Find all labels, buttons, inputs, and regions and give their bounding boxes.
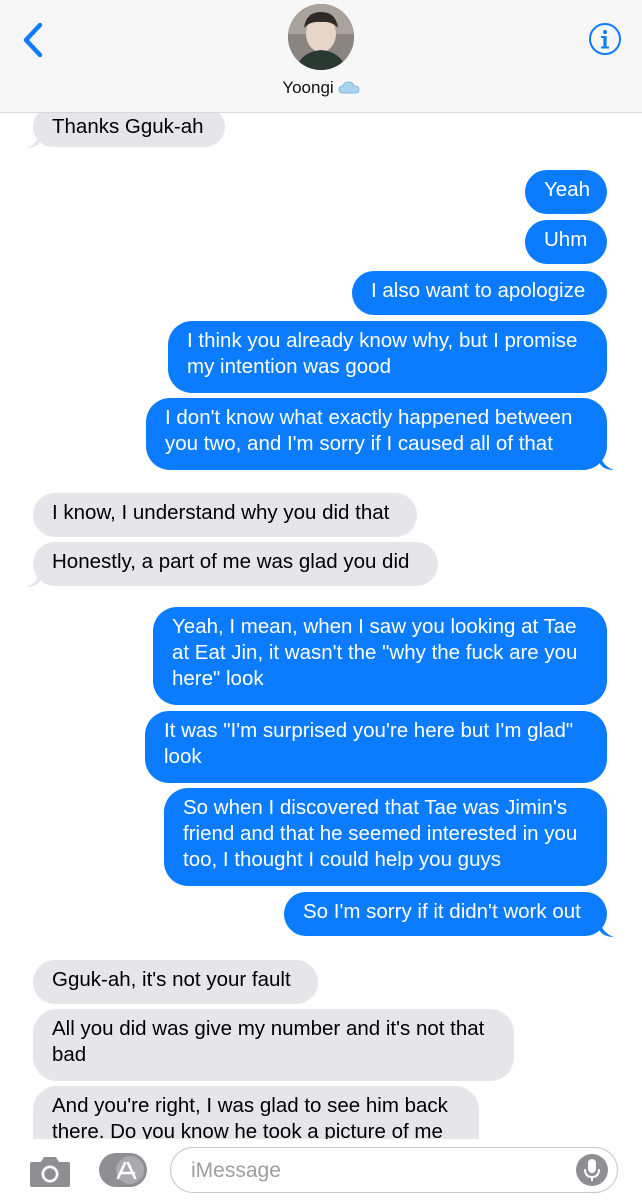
camera-icon [30,1157,70,1187]
message-input[interactable] [189,1155,563,1187]
info-icon [589,23,621,55]
contact-name-row[interactable]: Yoongi [0,78,642,99]
bubble-tail [600,923,614,937]
received-message[interactable]: Thanks Gguk-ah [33,113,225,147]
microphone-icon [576,1154,608,1186]
sent-message[interactable]: I also want to apologize [352,271,607,315]
received-message[interactable]: All you did was give my number and it's … [33,1009,514,1081]
info-button[interactable] [588,22,622,56]
conversation-header: Yoongi [0,0,642,113]
cloud-icon [338,79,360,99]
sent-message[interactable]: I think you already know why, but I prom… [168,321,607,393]
app-store-icon [99,1153,147,1187]
sent-message[interactable]: So I'm sorry if it didn't work out [284,892,607,936]
sent-message[interactable]: It was "I'm surprised you're here but I'… [145,711,607,783]
bubble-tail [26,573,40,587]
dictation-button[interactable] [575,1153,609,1187]
chevron-left-icon [23,22,43,58]
contact-name: Yoongi [282,78,334,97]
message-list[interactable]: Thanks Gguk-ah Yeah Uhm I also want to a… [0,113,642,1139]
app-store-button[interactable] [98,1152,148,1188]
received-message[interactable]: And you're right, I was glad to see him … [33,1086,479,1139]
sent-message[interactable]: Uhm [525,220,607,264]
received-message[interactable]: Honestly, a part of me was glad you did [33,542,438,586]
bubble-tail [600,456,614,470]
sent-message[interactable]: Yeah [525,170,607,214]
message-input-container[interactable] [170,1147,618,1193]
received-message[interactable]: Gguk-ah, it's not your fault [33,960,318,1004]
sent-message[interactable]: So when I discovered that Tae was Jimin'… [164,788,607,886]
message-composer [0,1139,642,1200]
contact-avatar[interactable] [288,4,354,70]
camera-button[interactable] [28,1153,72,1189]
received-message[interactable]: I know, I understand why you did that [33,493,417,537]
back-button[interactable] [18,20,50,60]
sent-message[interactable]: I don't know what exactly happened betwe… [146,398,607,470]
sent-message[interactable]: Yeah, I mean, when I saw you looking at … [153,607,607,705]
bubble-tail [26,134,40,148]
imessage-screen: Yoongi Thanks Gguk-ah Yeah Uhm I also wa… [0,0,642,1200]
